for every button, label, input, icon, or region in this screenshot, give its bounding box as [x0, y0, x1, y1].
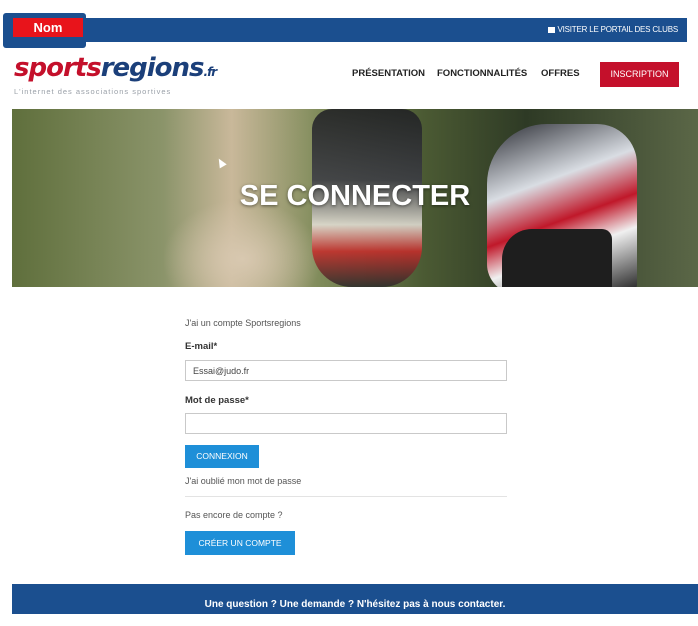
annotation-tag: Nom — [3, 13, 86, 48]
nav-item-fonctionnalites[interactable]: FONCTIONNALITÉS — [437, 68, 527, 79]
logo-name-part2: regions — [100, 53, 205, 83]
list-icon — [548, 26, 556, 33]
forgot-password-link[interactable]: J'ai oublié mon mot de passe — [185, 476, 301, 486]
login-intro: J'ai un compte Sportsregions — [185, 318, 301, 328]
page-title: SE CONNECTER — [239, 180, 471, 212]
site-logo[interactable]: sportsregions.fr L'internet des associat… — [14, 53, 218, 96]
password-field[interactable] — [185, 413, 507, 434]
portal-link[interactable]: VISITER LE PORTAIL DES CLUBS — [548, 25, 678, 34]
nav-item-presentation[interactable]: PRÉSENTATION — [352, 68, 425, 79]
hero-banner: SE CONNECTER — [12, 109, 698, 287]
contact-footer: Une question ? Une demande ? N'hésitez p… — [12, 584, 698, 614]
connexion-button[interactable]: CONNEXION — [185, 445, 259, 468]
portal-link-label: VISITER LE PORTAIL DES CLUBS — [557, 25, 678, 34]
hero-shoe-sole — [502, 229, 612, 287]
annotation-tag-label: Nom — [13, 18, 83, 37]
password-label: Mot de passe* — [185, 395, 249, 406]
email-field[interactable]: Essai@judo.fr — [185, 360, 507, 381]
logo-suffix: .fr — [203, 65, 218, 79]
inscription-button[interactable]: INSCRIPTION — [600, 62, 679, 87]
footer-text[interactable]: Une question ? Une demande ? N'hésitez p… — [205, 599, 506, 610]
create-account-button[interactable]: CRÉER UN COMPTE — [185, 531, 295, 555]
form-divider — [185, 496, 507, 497]
logo-name-part1: sports — [14, 53, 102, 83]
logo-tagline: L'internet des associations sportives — [14, 87, 172, 96]
no-account-text: Pas encore de compte ? — [185, 510, 283, 520]
email-label: E-mail* — [185, 341, 218, 352]
nav-item-offres[interactable]: OFFRES — [541, 68, 580, 79]
